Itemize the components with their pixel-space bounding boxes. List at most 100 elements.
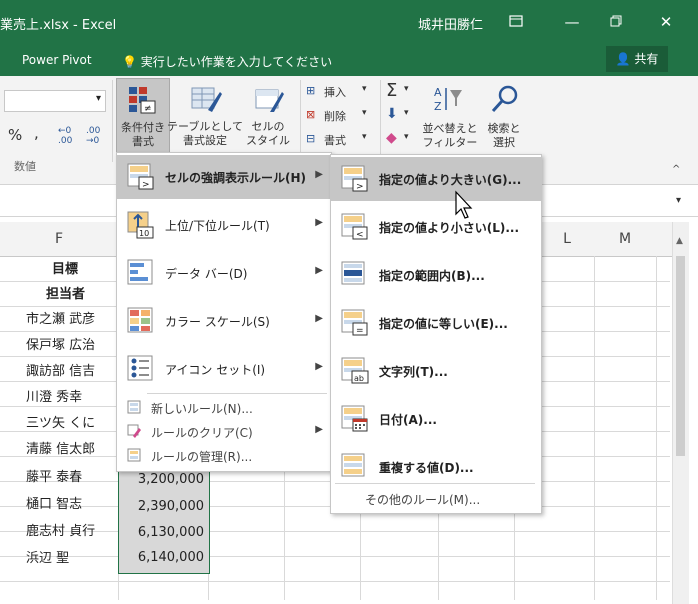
submenu-arrow-icon: ▶ [315,424,323,435]
window-title: 業売上.xlsx - Excel [0,18,117,33]
column-header-m[interactable]: M [594,222,657,257]
autosum-icon[interactable]: Σ [386,80,397,101]
cell-styles-label-2: スタイル [246,134,290,147]
number-group-label: 数値 [14,160,36,173]
menu-item-manage-rules[interactable]: ルールの管理(R)... [117,443,331,467]
column-header-l[interactable]: L [540,222,595,257]
clear-rules-icon [127,424,141,438]
menu-item-label: セルの強調表示ルール(H) [165,171,307,185]
submenu-item-text-contains[interactable]: ab 文字列(T)... [331,349,541,393]
table-row[interactable]: 三ツ矢 くに [26,411,95,436]
menu-item-highlight-cells-rules[interactable]: > セルの強調表示ルール(H) ▶ [117,155,331,199]
menu-item-clear-rules[interactable]: ルールのクリア(C) ▶ [117,419,331,443]
ribbon-separator [380,80,381,162]
chevron-down-icon: ▾ [362,84,367,94]
submenu-item-less-than[interactable]: < 指定の値より小さい(L)... [331,205,541,249]
insert-cells-button[interactable]: ⊞ 挿入 ▾ [306,82,376,102]
share-label: 共有 [634,52,659,66]
minimize-button[interactable]: — [554,8,590,36]
format-cells-button[interactable]: ⊟ 書式 ▾ [306,130,376,150]
scroll-up-icon[interactable]: ▲ [676,236,683,246]
cell-styles-icon [255,89,284,112]
person-header[interactable]: 担当者 [46,282,85,307]
table-row[interactable]: 藤平 泰春 [26,465,82,490]
submenu-item-more-rules[interactable]: その他のルール(M)... [331,487,541,511]
submenu-item-label: 日付(A)... [379,413,437,427]
table-row[interactable]: 川澄 秀幸 [26,385,82,410]
ribbon-display-icon [509,15,523,27]
fill-icon[interactable]: ⬇ [386,106,398,122]
submenu-item-greater-than[interactable]: > 指定の値より大きい(G)... [331,157,541,201]
maximize-button[interactable] [598,8,634,36]
table-row[interactable]: 諏訪部 信吉 [26,359,95,384]
chevron-down-icon[interactable]: ▾ [404,84,409,94]
table-row[interactable]: 浜辺 聖 [26,546,69,571]
submenu-item-label: 指定の範囲内(B)... [379,269,485,283]
number-format-dropdown[interactable]: ▾ [4,90,106,112]
less-than-icon: < [341,213,368,240]
find-select-button[interactable]: 検索と 選択 [480,78,528,156]
format-as-table-button[interactable]: テーブルとして 書式設定 [167,78,243,156]
column-header-next[interactable] [656,222,673,257]
ribbon-display-options-button[interactable] [498,8,534,36]
menu-item-color-scales[interactable]: カラー スケール(S) ▶ [117,299,331,343]
target-header[interactable]: 目標 [52,257,78,282]
collapse-ribbon-icon[interactable]: ^ [672,164,680,175]
menu-separator [147,393,327,394]
scroll-thumb[interactable] [676,256,685,456]
chevron-down-icon[interactable]: ▾ [676,195,681,206]
find-label-1: 検索と [487,122,521,135]
table-row[interactable]: 保戸塚 広治 [26,333,95,358]
user-name[interactable]: 城井田勝仁 [418,14,483,33]
menu-item-new-rule[interactable]: 新しいルール(N)... [117,395,331,419]
ribbon-separator [300,80,301,162]
conditional-formatting-menu: > セルの強調表示ルール(H) ▶ 10 上位/下位ルール(T) ▶ データ バ… [116,152,332,472]
menu-separator [335,483,535,484]
menu-item-data-bars[interactable]: データ バー(D) ▶ [117,251,331,295]
clear-eraser-icon[interactable]: ◆ [386,130,397,146]
vertical-scrollbar[interactable]: ▲ [672,222,689,604]
color-scales-icon [127,307,153,333]
percent-style-button[interactable]: % [8,126,22,144]
sort-filter-button[interactable]: AZ 並べ替えと フィルター [420,78,480,156]
close-button[interactable]: ✕ [648,8,684,36]
increase-decimal-button[interactable]: ←0 .00 [58,126,82,146]
format-label: 書式 [324,134,346,147]
restore-icon [610,15,622,27]
submenu-item-between[interactable]: 指定の範囲内(B)... [331,253,541,297]
share-button[interactable]: 👤 共有 [606,46,668,72]
tell-me-search[interactable]: 💡 実行したい作業を入力してください [122,53,332,70]
menu-item-label: 新しいルール(N)... [151,402,253,416]
decrease-decimal-button[interactable]: .00 →0 [86,126,110,146]
cell-styles-button[interactable]: セルの スタイル [240,78,296,156]
conditional-formatting-button[interactable]: ≠ 条件付き 書式 [116,78,170,158]
new-rule-icon [127,400,141,414]
text-contains-icon: ab [341,357,369,384]
submenu-item-date-occurring[interactable]: 日付(A)... [331,397,541,441]
submenu-item-label: その他のルール(M)... [365,493,481,507]
chevron-down-icon[interactable]: ▾ [404,132,409,142]
submenu-item-equal-to[interactable]: = 指定の値に等しい(E)... [331,301,541,345]
delete-cells-button[interactable]: ⊠ 削除 ▾ [306,106,376,126]
table-row[interactable]: 鹿志村 貞行 [26,519,95,544]
title-bar: 業売上.xlsx - Excel 城井田勝仁 — ✕ [0,0,698,42]
column-header-f[interactable]: F [0,222,119,257]
delete-label: 削除 [324,110,346,123]
table-row[interactable]: 市之瀬 武彦 [26,307,95,332]
mouse-pointer-icon [455,190,473,219]
sort-label-2: フィルター [422,136,478,149]
value-cell[interactable]: 6,130,000 [120,520,204,545]
chevron-down-icon[interactable]: ▾ [404,108,409,118]
svg-text:10: 10 [139,229,149,238]
table-row[interactable]: 清藤 信太郎 [26,437,95,462]
value-cell[interactable]: 2,390,000 [120,494,204,519]
svg-text:ab: ab [354,374,364,383]
menu-item-icon-sets[interactable]: アイコン セット(I) ▶ [117,347,331,391]
magnifier-icon [491,85,518,113]
value-cell[interactable]: 6,140,000 [120,545,204,570]
menu-item-top-bottom-rules[interactable]: 10 上位/下位ルール(T) ▶ [117,203,331,247]
menu-item-label: カラー スケール(S) [165,315,270,329]
table-row[interactable]: 樋口 智志 [26,492,82,517]
comma-style-button[interactable]: , [34,124,39,142]
tab-power-pivot[interactable]: Power Pivot [22,53,92,67]
